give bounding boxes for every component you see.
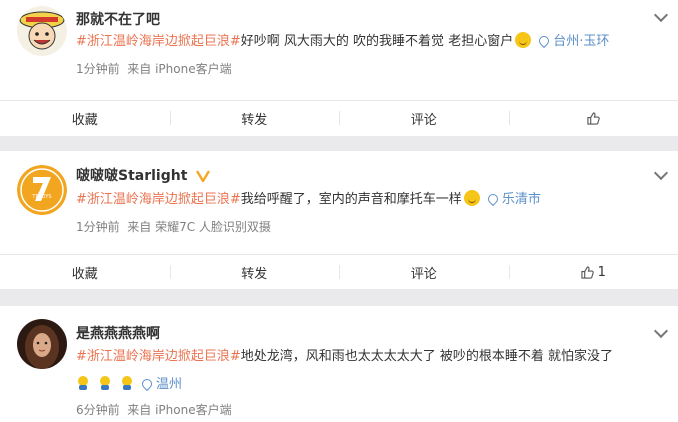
username-text: 啵啵啵Starlight (76, 168, 188, 184)
post-body: 我给呼醒了，室内的声音和摩托车一样 (240, 192, 462, 207)
post-time[interactable]: 1分钟前 (76, 62, 120, 76)
avatar[interactable] (17, 6, 67, 56)
username[interactable]: 啵啵啵Starlight (76, 165, 211, 185)
action-bar: 收藏 转发 评论 (0, 100, 678, 135)
chevron-down-icon[interactable] (653, 165, 669, 181)
like-button[interactable]: 1 (508, 255, 678, 289)
svg-text:TFBOYS: TFBOYS (31, 194, 51, 200)
location-link[interactable]: 乐清市 (502, 192, 541, 207)
like-button[interactable] (508, 101, 678, 135)
location-link[interactable]: 台州·玉环 (553, 34, 609, 49)
post-source: 来自 荣耀7C 人脸识别双摄 (127, 220, 271, 234)
post-card: TFBOYS 啵啵啵Starlight #浙江温岭海岸边掀起巨浪#我给呼醒了，室… (0, 151, 678, 289)
post-card: 那就不在了吧 #浙江温岭海岸边掀起巨浪#好吵啊 风大雨大的 吹的我睡不着觉 老担… (0, 0, 678, 136)
emoji-icon (78, 376, 88, 390)
username[interactable]: 那就不在了吧 (76, 9, 160, 29)
post-source: 来自 iPhone客户端 (127, 403, 232, 417)
hashtag-link[interactable]: #浙江温岭海岸边掀起巨浪# (76, 349, 241, 364)
post-time[interactable]: 6分钟前 (76, 403, 120, 417)
post-text: #浙江温岭海岸边掀起巨浪#好吵啊 风大雨大的 吹的我睡不着觉 老担心窗户 台州·玉… (76, 32, 609, 52)
location-link[interactable]: 温州 (156, 377, 182, 392)
chevron-down-icon[interactable] (653, 7, 669, 23)
post-meta: 1分钟前 来自 iPhone客户端 (76, 60, 232, 77)
thumbs-up-icon (580, 265, 594, 279)
verified-icon (196, 170, 211, 182)
post-card: 是燕燕燕燕啊 #浙江温岭海岸边掀起巨浪#地处龙湾，风和雨也太太太太大了 被吵的根… (0, 306, 678, 422)
repost-label: 转发 (241, 112, 268, 128)
post-text-line2: 温州 (76, 373, 182, 392)
post-text: #浙江温岭海岸边掀起巨浪#地处龙湾，风和雨也太太太太大了 被吵的根本睡不着 就怕… (76, 347, 613, 367)
post-meta: 6分钟前 来自 iPhone客户端 (76, 401, 232, 418)
emoji-icon (122, 376, 132, 390)
fav-label: 收藏 (71, 112, 98, 128)
post-source: 来自 iPhone客户端 (127, 62, 232, 76)
repost-button[interactable]: 转发 (169, 255, 340, 289)
post-time[interactable]: 1分钟前 (76, 220, 120, 234)
location-icon (485, 191, 500, 207)
emoji-icon (515, 32, 532, 48)
repost-label: 转发 (241, 266, 268, 282)
repost-button[interactable]: 转发 (169, 101, 340, 135)
weibo-feed: 那就不在了吧 #浙江温岭海岸边掀起巨浪#好吵啊 风大雨大的 吹的我睡不着觉 老担… (0, 0, 678, 422)
post-body: 地处龙湾，风和雨也太太太太大了 被吵的根本睡不着 就怕家没了 (240, 349, 614, 364)
fav-button[interactable]: 收藏 (0, 255, 170, 289)
avatar[interactable] (17, 319, 67, 369)
fav-label: 收藏 (71, 266, 98, 282)
emoji-icon (463, 190, 480, 206)
comment-button[interactable]: 评论 (339, 101, 509, 135)
hashtag-link[interactable]: #浙江温岭海岸边掀起巨浪# (76, 192, 241, 207)
comment-button[interactable]: 评论 (339, 255, 509, 289)
hashtag-link[interactable]: #浙江温岭海岸边掀起巨浪# (76, 34, 241, 49)
post-text: #浙江温岭海岸边掀起巨浪#我给呼醒了，室内的声音和摩托车一样 乐清市 (76, 190, 541, 210)
chevron-down-icon[interactable] (653, 323, 669, 339)
avatar[interactable]: TFBOYS (17, 165, 67, 215)
post-meta: 1分钟前 来自 荣耀7C 人脸识别双摄 (76, 218, 271, 235)
comment-label: 评论 (410, 266, 437, 282)
location-icon (139, 376, 155, 392)
thumbs-up-icon (587, 111, 600, 125)
like-count: 1 (597, 264, 606, 280)
emoji-icon (100, 376, 110, 390)
fav-button[interactable]: 收藏 (0, 101, 170, 135)
location-icon (537, 33, 552, 49)
post-body: 好吵啊 风大雨大的 吹的我睡不着觉 老担心窗户 (240, 34, 514, 49)
action-bar: 收藏 转发 评论 1 (0, 254, 678, 289)
username[interactable]: 是燕燕燕燕啊 (76, 323, 160, 343)
comment-label: 评论 (410, 112, 437, 128)
